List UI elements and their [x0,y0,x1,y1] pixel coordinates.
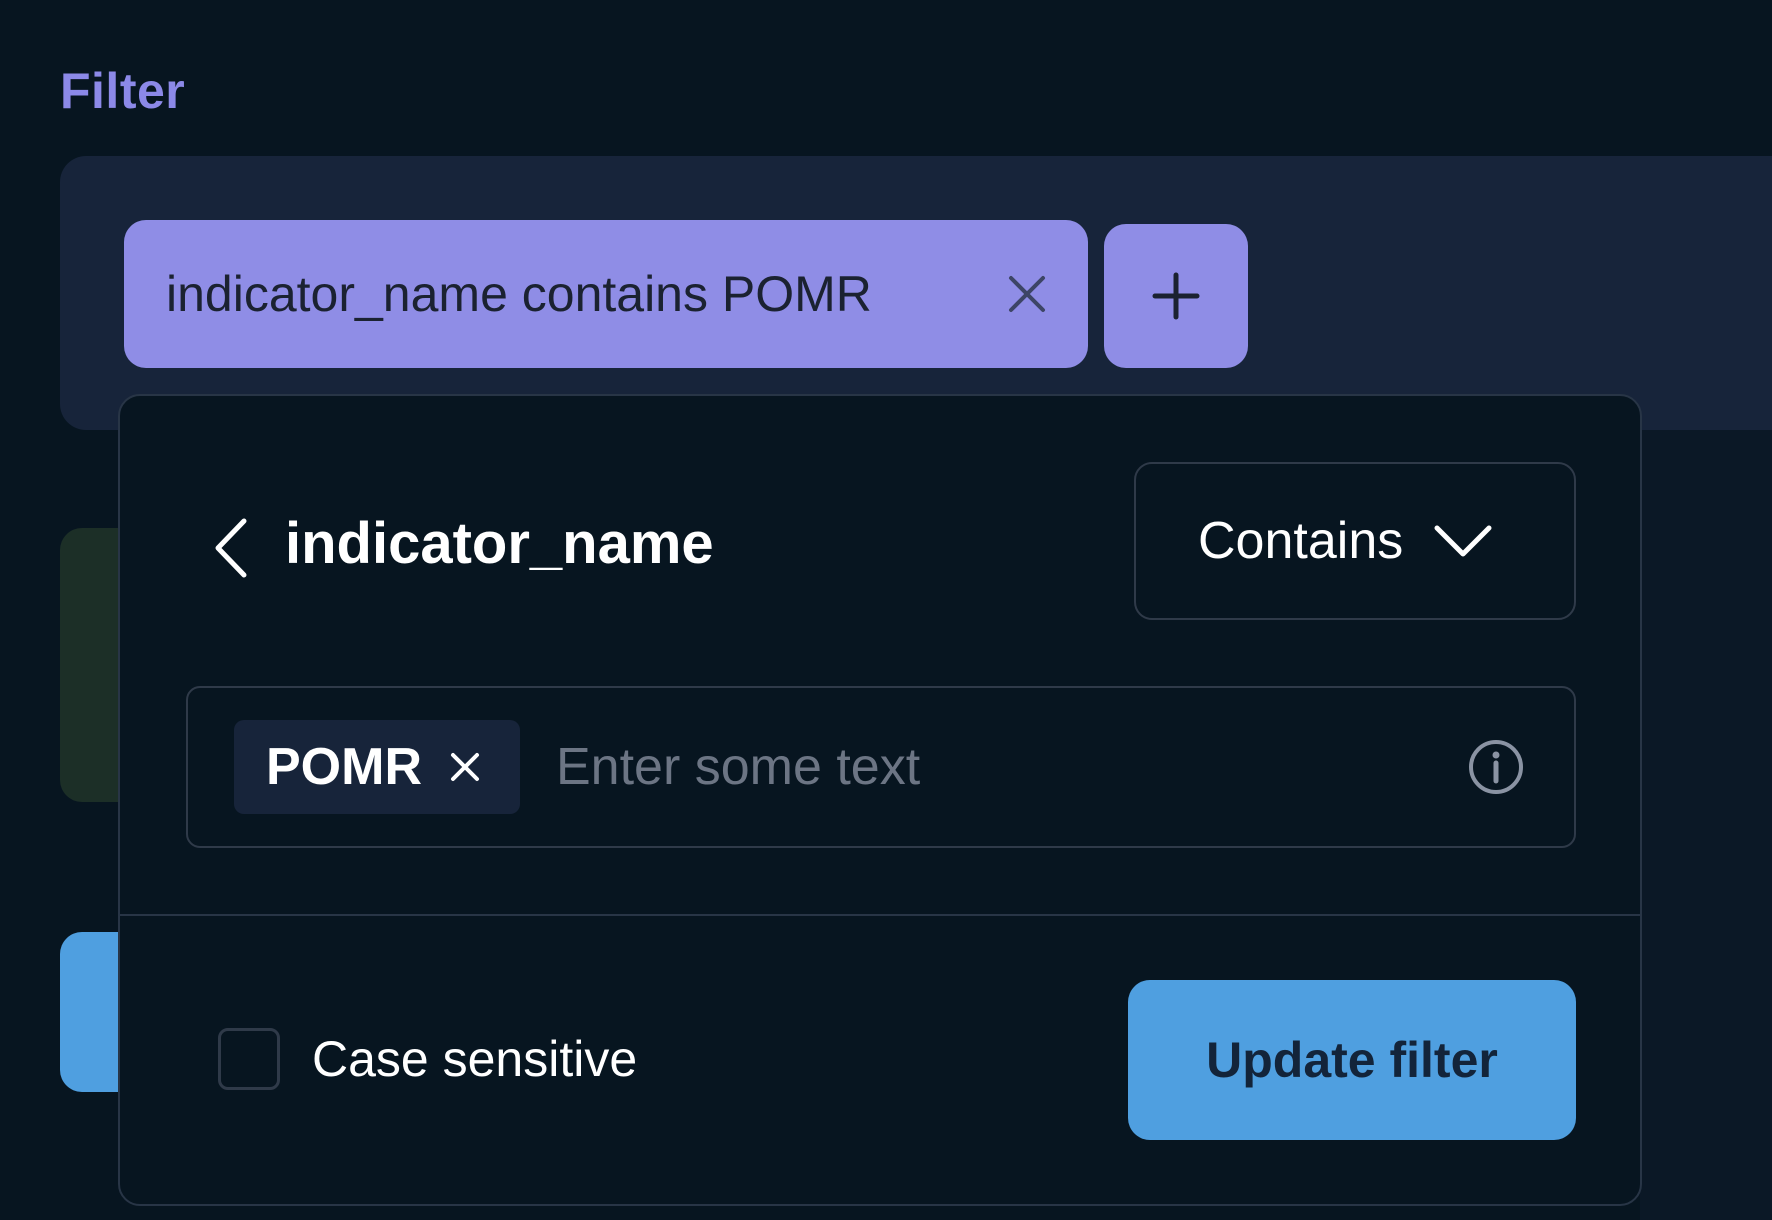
text-entry-field[interactable] [556,727,1466,807]
operator-select[interactable]: Contains [1134,462,1576,620]
update-filter-button[interactable]: Update filter [1128,980,1576,1140]
case-sensitive-checkbox[interactable] [218,1028,280,1090]
popover-divider [120,914,1640,916]
value-tag: POMR [234,720,520,814]
back-button[interactable] [200,510,260,586]
value-tag-label: POMR [266,738,422,796]
case-sensitive-toggle[interactable]: Case sensitive [218,1028,637,1090]
close-icon[interactable] [1002,269,1052,319]
filter-chip-label: indicator_name contains POMR [166,266,872,322]
operator-selected-value: Contains [1198,512,1404,570]
case-sensitive-label: Case sensitive [312,1031,638,1087]
add-filter-button[interactable] [1104,224,1248,368]
plus-icon [1152,272,1200,320]
filter-popover: indicator_name Contains POMR Enter some … [118,394,1642,1206]
background-panel-right [1640,430,1772,1220]
filter-chip[interactable]: indicator_name contains POMR [124,220,1088,368]
chevron-down-icon [1433,522,1493,560]
chevron-left-icon [215,518,247,578]
section-title: Filter [60,63,186,119]
column-name: indicator_name [285,511,714,576]
info-icon[interactable] [1466,737,1526,797]
remove-tag-icon[interactable] [450,752,480,782]
value-input[interactable]: POMR [186,686,1576,848]
